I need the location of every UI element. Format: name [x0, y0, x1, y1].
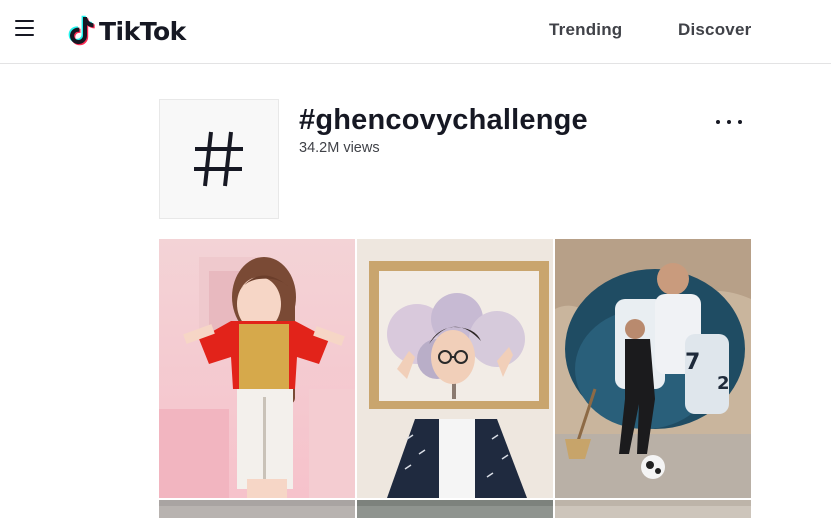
video-thumbnail[interactable]: 7 2: [555, 239, 751, 498]
svg-text:2: 2: [717, 373, 730, 394]
video-thumbnail-image: [357, 239, 553, 498]
challenge-cover: [159, 99, 279, 219]
video-thumbnail[interactable]: [159, 239, 355, 498]
logo-wordmark: TikTok: [99, 16, 186, 46]
video-thumbnail[interactable]: [159, 500, 355, 518]
top-navbar: TikTok Trending Discover: [0, 0, 831, 64]
more-options-icon[interactable]: [716, 112, 742, 132]
video-thumbnail-image: [159, 239, 355, 498]
hashtag-icon: [194, 131, 243, 187]
nav-discover-link[interactable]: Discover: [678, 20, 751, 40]
video-thumbnail[interactable]: [357, 500, 553, 518]
video-thumbnail[interactable]: [357, 239, 553, 498]
challenge-view-count: 34.2M views: [299, 140, 380, 156]
video-thumbnail-image: [159, 500, 355, 518]
video-thumbnail-image: [357, 500, 553, 518]
video-thumbnail-image: 7 2: [555, 239, 751, 498]
tiktok-logo[interactable]: TikTok: [66, 14, 186, 48]
video-thumbnail[interactable]: [555, 500, 751, 518]
video-thumbnail-image: [555, 500, 751, 518]
tiktok-note-icon: [68, 15, 95, 46]
hamburger-menu-icon[interactable]: [15, 20, 37, 38]
nav-trending-link[interactable]: Trending: [549, 20, 622, 40]
challenge-title: #ghencovychallenge: [299, 104, 588, 136]
svg-text:7: 7: [685, 350, 700, 375]
